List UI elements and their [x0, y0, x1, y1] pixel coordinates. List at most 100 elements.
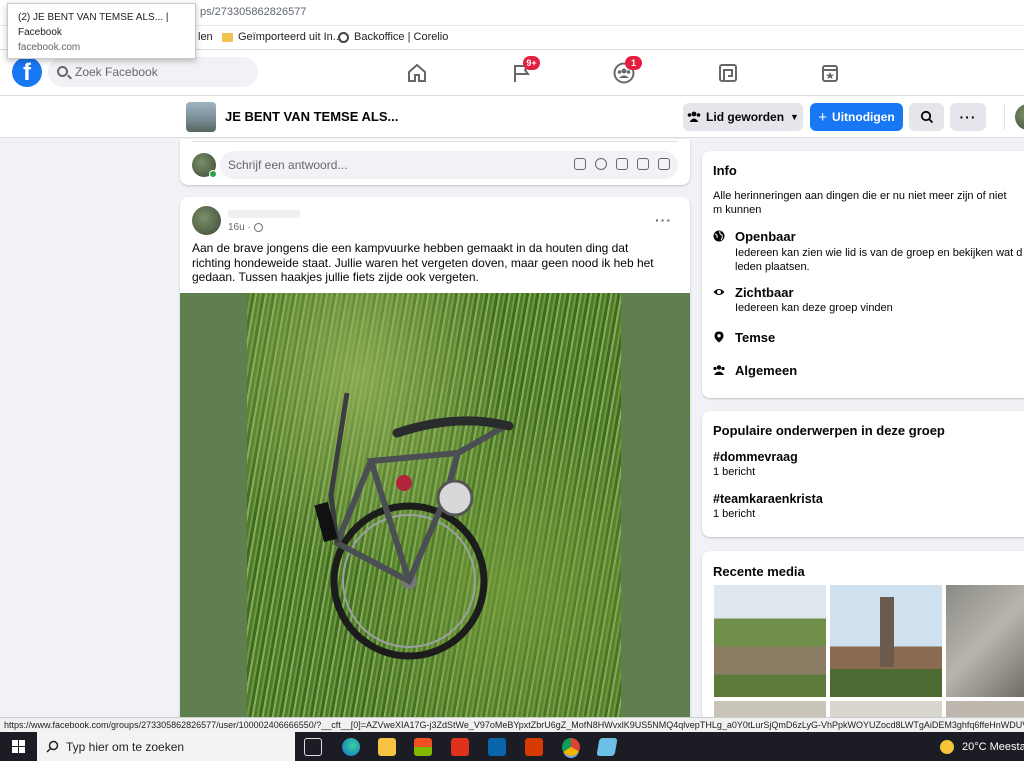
profile-avatar[interactable] [1015, 104, 1024, 130]
windows-taskbar: Typ hier om te zoeken 20°C Meesta [0, 732, 1024, 761]
weather-text[interactable]: 20°C Meesta [962, 741, 1024, 753]
post-options-icon[interactable]: ··· [655, 212, 672, 228]
topic-count: 1 bericht [713, 466, 756, 478]
topics-heading: Populaire onderwerpen in deze groep [713, 423, 945, 438]
post-time[interactable]: 16u · [228, 222, 251, 233]
news-icon[interactable] [819, 62, 841, 84]
weather-sun-icon [940, 740, 954, 754]
group-title[interactable]: JE BENT VAN TEMSE ALS... [225, 109, 398, 124]
search-input[interactable]: Zoek Facebook [48, 57, 258, 87]
info-item-title: Algemeen [735, 363, 798, 378]
info-item-title: Openbaar [735, 229, 796, 244]
topic-tag[interactable]: #dommevraag [713, 450, 798, 464]
avatar-sticker-icon[interactable] [658, 158, 670, 170]
address-bar-url[interactable]: ps/273305862826577 [200, 6, 306, 18]
group-header: JE BENT VAN TEMSE ALS... Lid geworden ▼ … [0, 96, 1024, 138]
media-thumbnail[interactable] [714, 585, 826, 697]
ellipsis-icon: ··· [959, 109, 977, 125]
bookmark-label: len [198, 31, 213, 43]
file-explorer-icon[interactable] [378, 738, 396, 756]
tab-tooltip: (2) JE BENT VAN TEMSE ALS... | Facebook … [7, 3, 196, 59]
media-thumbnail[interactable] [830, 701, 942, 718]
caret-down-icon: ▼ [790, 112, 799, 122]
bicycle-image [314, 392, 514, 660]
search-placeholder: Zoek Facebook [75, 65, 158, 79]
post-meta: 16u · [228, 222, 263, 233]
bookmark-label: Backoffice | Corelio [354, 31, 449, 43]
online-status-dot [209, 170, 217, 178]
media-heading: Recente media [713, 564, 805, 579]
task-view-icon[interactable] [304, 738, 322, 756]
sticker-icon[interactable] [574, 158, 586, 170]
post-text: Aan de brave jongens die een kampvuurke … [192, 241, 654, 284]
taskbar-search-placeholder: Typ hier om te zoeken [66, 740, 185, 754]
location-pin-icon [714, 331, 724, 343]
info-item-title: Temse [735, 330, 776, 345]
groups-badge: 1 [625, 56, 642, 70]
chrome-icon[interactable] [562, 738, 580, 756]
topic-count: 1 bericht [713, 508, 756, 520]
group-cover-thumbnail[interactable] [186, 102, 216, 132]
gaming-icon[interactable] [717, 62, 739, 84]
joined-button[interactable]: Lid geworden ▼ [683, 103, 803, 131]
gif-icon[interactable] [637, 158, 649, 170]
pages-badge: 9+ [523, 56, 540, 70]
more-options-button[interactable]: ··· [950, 103, 986, 131]
bookmark-item-3[interactable]: Backoffice | Corelio [338, 31, 448, 43]
invite-button-label: Uitnodigen [832, 110, 895, 124]
groups-tab[interactable]: 1 [613, 56, 642, 84]
bookmark-label: Geïmporteerd uit In... [238, 31, 342, 43]
search-icon [46, 740, 59, 753]
pages-tab[interactable]: 9+ [511, 56, 540, 84]
media-thumbnail[interactable] [946, 585, 1024, 697]
info-description: Alle herinneringen aan dingen die er nu … [713, 190, 1007, 216]
bookmark-item-2[interactable]: Geïmporteerd uit In... [222, 31, 342, 43]
divider [1004, 104, 1005, 130]
facebook-logo[interactable]: f [12, 57, 42, 87]
app-icon[interactable] [596, 738, 618, 756]
acrobat-icon[interactable] [451, 738, 469, 756]
link-status-bar: https://www.facebook.com/groups/27330586… [0, 717, 1024, 732]
store-icon[interactable] [414, 738, 432, 756]
taskbar-search-input[interactable]: Typ hier om te zoeken [37, 732, 295, 761]
media-thumbnail[interactable] [830, 585, 942, 697]
author-avatar[interactable] [192, 206, 221, 235]
office-icon[interactable] [525, 738, 543, 756]
reply-input[interactable]: Schrijf een antwoord... [220, 151, 678, 179]
church-tower [880, 597, 894, 667]
plus-icon: + [818, 108, 828, 126]
edge-icon[interactable] [342, 738, 360, 756]
search-icon [920, 110, 933, 124]
camera-icon[interactable] [616, 158, 628, 170]
info-heading: Info [713, 163, 737, 178]
invite-button[interactable]: + Uitnodigen [810, 103, 903, 131]
topic-tag[interactable]: #teamkaraenkrista [713, 492, 823, 506]
home-icon[interactable] [406, 62, 428, 84]
author-name-redacted[interactable] [228, 210, 300, 218]
group-search-button[interactable] [909, 103, 944, 131]
post-photo[interactable] [180, 293, 690, 718]
people-icon [687, 111, 701, 122]
public-globe-icon [253, 223, 263, 232]
mail-icon[interactable] [488, 738, 506, 756]
media-thumbnail[interactable] [714, 701, 826, 718]
people-icon [713, 365, 725, 375]
info-item-title: Zichtbaar [735, 285, 794, 300]
tooltip-title-line-2: Facebook [18, 27, 62, 38]
reply-placeholder: Schrijf een antwoord... [228, 158, 348, 172]
globe-icon [713, 230, 725, 242]
folder-icon [222, 32, 233, 42]
eye-icon [713, 289, 725, 295]
media-thumbnail[interactable] [946, 701, 1024, 718]
tooltip-title-line-1: (2) JE BENT VAN TEMSE ALS... | [18, 12, 169, 23]
bookmark-item-1[interactable]: len [198, 31, 213, 43]
search-icon [57, 66, 68, 77]
globe-icon [338, 31, 349, 43]
info-item-sub: Iedereen kan zien wie lid is van de groe… [735, 247, 1023, 273]
divider [192, 141, 678, 142]
emoji-icon[interactable] [595, 158, 607, 170]
joined-button-label: Lid geworden [706, 110, 785, 124]
tooltip-domain: facebook.com [18, 42, 81, 53]
windows-start-icon[interactable] [12, 740, 25, 753]
info-item-sub: Iedereen kan deze groep vinden [735, 302, 893, 314]
